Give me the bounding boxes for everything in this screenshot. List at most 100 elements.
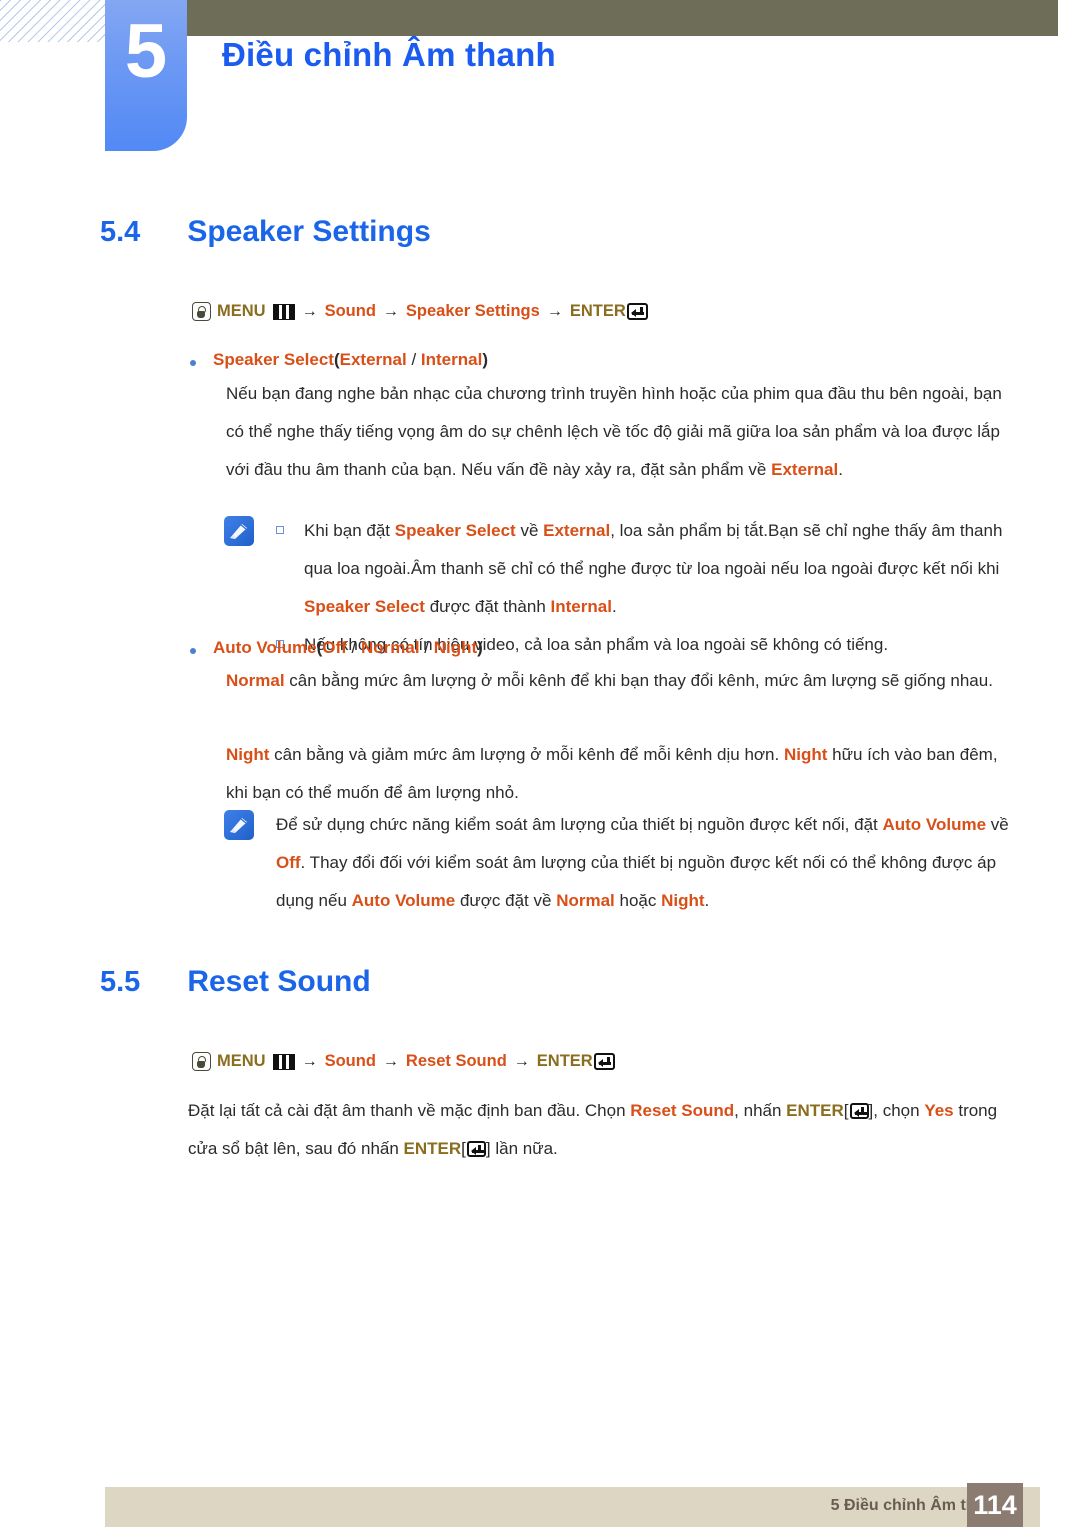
bullet-text: Auto Volume(Off / Normal / Night) (213, 638, 483, 658)
note-pen-icon (224, 810, 254, 840)
enter-word-2: ENTER (403, 1139, 462, 1158)
night-highlight-1: Night (226, 745, 270, 764)
note2-t5: hoặc (614, 891, 662, 910)
bullet-text: Speaker Select(External / Internal) (213, 350, 488, 370)
note1-h4: Internal (550, 597, 612, 616)
path-arrow-3: → (546, 302, 563, 320)
note1-p4: được đặt thành (424, 597, 551, 616)
chapter-number: 5 (124, 9, 168, 94)
menu-item-sound: Sound (324, 1052, 376, 1070)
menu-item-sound: Sound (324, 302, 376, 320)
bracket-open-1: [ (843, 1101, 849, 1120)
note1-p1: Khi bạn đặt (304, 521, 395, 540)
note2-h5: Night (661, 891, 705, 910)
note-item-text: Khi bạn đặt Speaker Select về External, … (304, 512, 1014, 626)
bullet-speaker-select: Speaker Select(External / Internal) (190, 350, 488, 370)
paragraph-highlight-external: External (771, 460, 839, 479)
path-arrow-1: → (301, 302, 318, 320)
bullet-dot (190, 360, 196, 366)
note1-p2: về (515, 521, 544, 540)
menu-path-reset-sound: MENU → Sound → Reset Sound → ENTER (192, 1052, 615, 1071)
path-arrow-3: → (513, 1052, 530, 1070)
menu-bars-icon (272, 303, 295, 320)
header-olive-bar (170, 0, 1058, 36)
menu-label: MENU (217, 1052, 266, 1070)
menu-bars-icon (272, 1053, 295, 1070)
note-item: Khi bạn đặt Speaker Select về External, … (276, 512, 1014, 626)
page-number-badge: 114 (967, 1483, 1023, 1527)
section-number: 5.4 (100, 216, 141, 248)
bracket-open-2: [ (461, 1139, 466, 1158)
note-box-auto-volume: Để sử dụng chức năng kiểm soát âm lượng … (224, 806, 1014, 920)
menu-item-reset-sound: Reset Sound (405, 1052, 507, 1070)
enter-key-icon (626, 303, 648, 320)
bullet-auto-volume: Auto Volume(Off / Normal / Night) (190, 638, 483, 658)
note2-t4: được đặt về (455, 891, 557, 910)
section-title: Speaker Settings (187, 215, 431, 248)
reset-h2-yes: Yes (924, 1101, 954, 1120)
reset-t5: lần nữa. (490, 1139, 558, 1158)
section-title: Reset Sound (187, 965, 371, 998)
note2-t6: . (704, 891, 710, 910)
note1-p5: . (611, 597, 617, 616)
close-paren: ) (477, 638, 483, 657)
chapter-tab: 5 (105, 0, 187, 151)
note1-h1: Speaker Select (394, 521, 516, 540)
hand-press-icon (192, 1052, 211, 1071)
enter-key-group-1: ENTER[] (786, 1101, 873, 1120)
reset-t3: , chọn (873, 1101, 925, 1120)
path-arrow-2: → (382, 1052, 399, 1070)
note2-t2: về (986, 815, 1009, 834)
pen-nib-glyph (230, 524, 247, 539)
decorative-hatch-pattern (0, 0, 108, 42)
note2-t1: Để sử dụng chức năng kiểm soát âm lượng … (276, 815, 883, 834)
note2-h2: Off (276, 853, 301, 872)
reset-t2: , nhấn (734, 1101, 787, 1120)
enter-label: ENTER (569, 302, 626, 320)
auto-volume-paragraph-night: Night cân bằng và giảm mức âm lượng ở mỗ… (226, 736, 1010, 812)
enter-key-group-2: ENTER[] (404, 1139, 491, 1158)
speaker-select-name: Speaker Select (213, 350, 334, 369)
menu-item-speaker-settings: Speaker Settings (405, 302, 540, 320)
note2-h1: Auto Volume (882, 815, 987, 834)
paragraph-text-part1: Nếu bạn đang nghe bản nhạc của chương tr… (226, 384, 1002, 479)
normal-highlight: Normal (226, 671, 285, 690)
bullet-dot (190, 648, 196, 654)
path-arrow-2: → (382, 302, 399, 320)
enter-key-icon (849, 1103, 869, 1119)
note2-h3: Auto Volume (351, 891, 456, 910)
sub-bullet-square (276, 526, 284, 534)
close-paren: ) (482, 350, 488, 369)
section-heading-5-5: 5.5 Reset Sound (100, 965, 371, 999)
reset-sound-paragraph: Đặt lại tất cả cài đặt âm thanh về mặc đ… (188, 1092, 1010, 1168)
note2-h4: Normal (556, 891, 615, 910)
option-separator-1: / (346, 638, 361, 657)
enter-word-1: ENTER (786, 1101, 844, 1120)
option-off: Off (322, 638, 347, 657)
reset-t1: Đặt lại tất cả cài đặt âm thanh về mặc đ… (188, 1101, 631, 1120)
normal-text: cân bằng mức âm lượng ở mỗi kênh để khi … (284, 671, 993, 690)
menu-path-speaker-settings: MENU → Sound → Speaker Settings → ENTER (192, 302, 648, 321)
note-pen-icon (224, 516, 254, 546)
path-arrow-1: → (301, 1052, 318, 1070)
chapter-title: Điều chỉnh Âm thanh (222, 36, 556, 73)
note-body: Để sử dụng chức năng kiểm soát âm lượng … (276, 806, 1014, 920)
auto-volume-name: Auto Volume (213, 638, 317, 657)
enter-key-icon (466, 1141, 486, 1157)
section-heading-5-4: 5.4 Speaker Settings (100, 215, 431, 249)
option-internal: Internal (420, 350, 483, 369)
option-external: External (339, 350, 407, 369)
paragraph-text-part2: . (838, 460, 843, 479)
night-text-1: cân bằng và giảm mức âm lượng ở mỗi kênh… (269, 745, 784, 764)
menu-label: MENU (217, 302, 266, 320)
option-normal: Normal (360, 638, 420, 657)
note1-h2: External (543, 521, 611, 540)
note1-h3: Speaker Select (304, 597, 425, 616)
document-page: 5 Điều chỉnh Âm thanh 5.4 Speaker Setting… (0, 0, 1080, 1527)
night-highlight-2: Night (783, 745, 828, 764)
option-separator-2: / (419, 638, 434, 657)
enter-label: ENTER (536, 1052, 593, 1070)
reset-h1: Reset Sound (630, 1101, 735, 1120)
pen-nib-glyph (230, 818, 247, 833)
enter-key-icon (593, 1053, 615, 1070)
